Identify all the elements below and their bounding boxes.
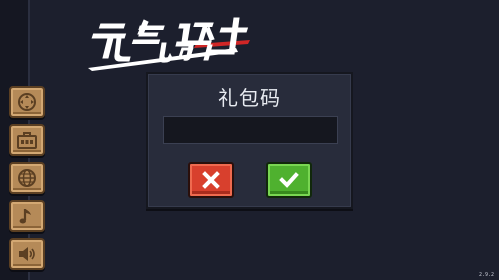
gift-code-dialog: 礼包码 (146, 72, 353, 209)
version-label: 2.9.2 (478, 272, 494, 278)
speaker-icon (19, 247, 35, 261)
confirm-button[interactable] (266, 162, 312, 198)
tool-box-icon (17, 132, 37, 149)
close-icon (202, 171, 220, 189)
check-icon (279, 172, 299, 188)
globe-icon (18, 169, 36, 187)
dialog-title: 礼包码 (218, 86, 281, 110)
music-toggle-button[interactable] (9, 200, 45, 232)
language-button[interactable] (9, 162, 45, 194)
controls-settings-button[interactable] (9, 86, 45, 118)
cancel-button[interactable] (188, 162, 234, 198)
gamepad-icon (18, 93, 36, 111)
shop-box-button[interactable] (9, 124, 45, 156)
game-logo (88, 17, 250, 71)
game-screen: 礼包码 2.9.2 (0, 0, 499, 280)
music-note-icon (19, 209, 31, 224)
sound-toggle-button[interactable] (9, 238, 45, 270)
gift-code-input[interactable] (163, 116, 338, 144)
